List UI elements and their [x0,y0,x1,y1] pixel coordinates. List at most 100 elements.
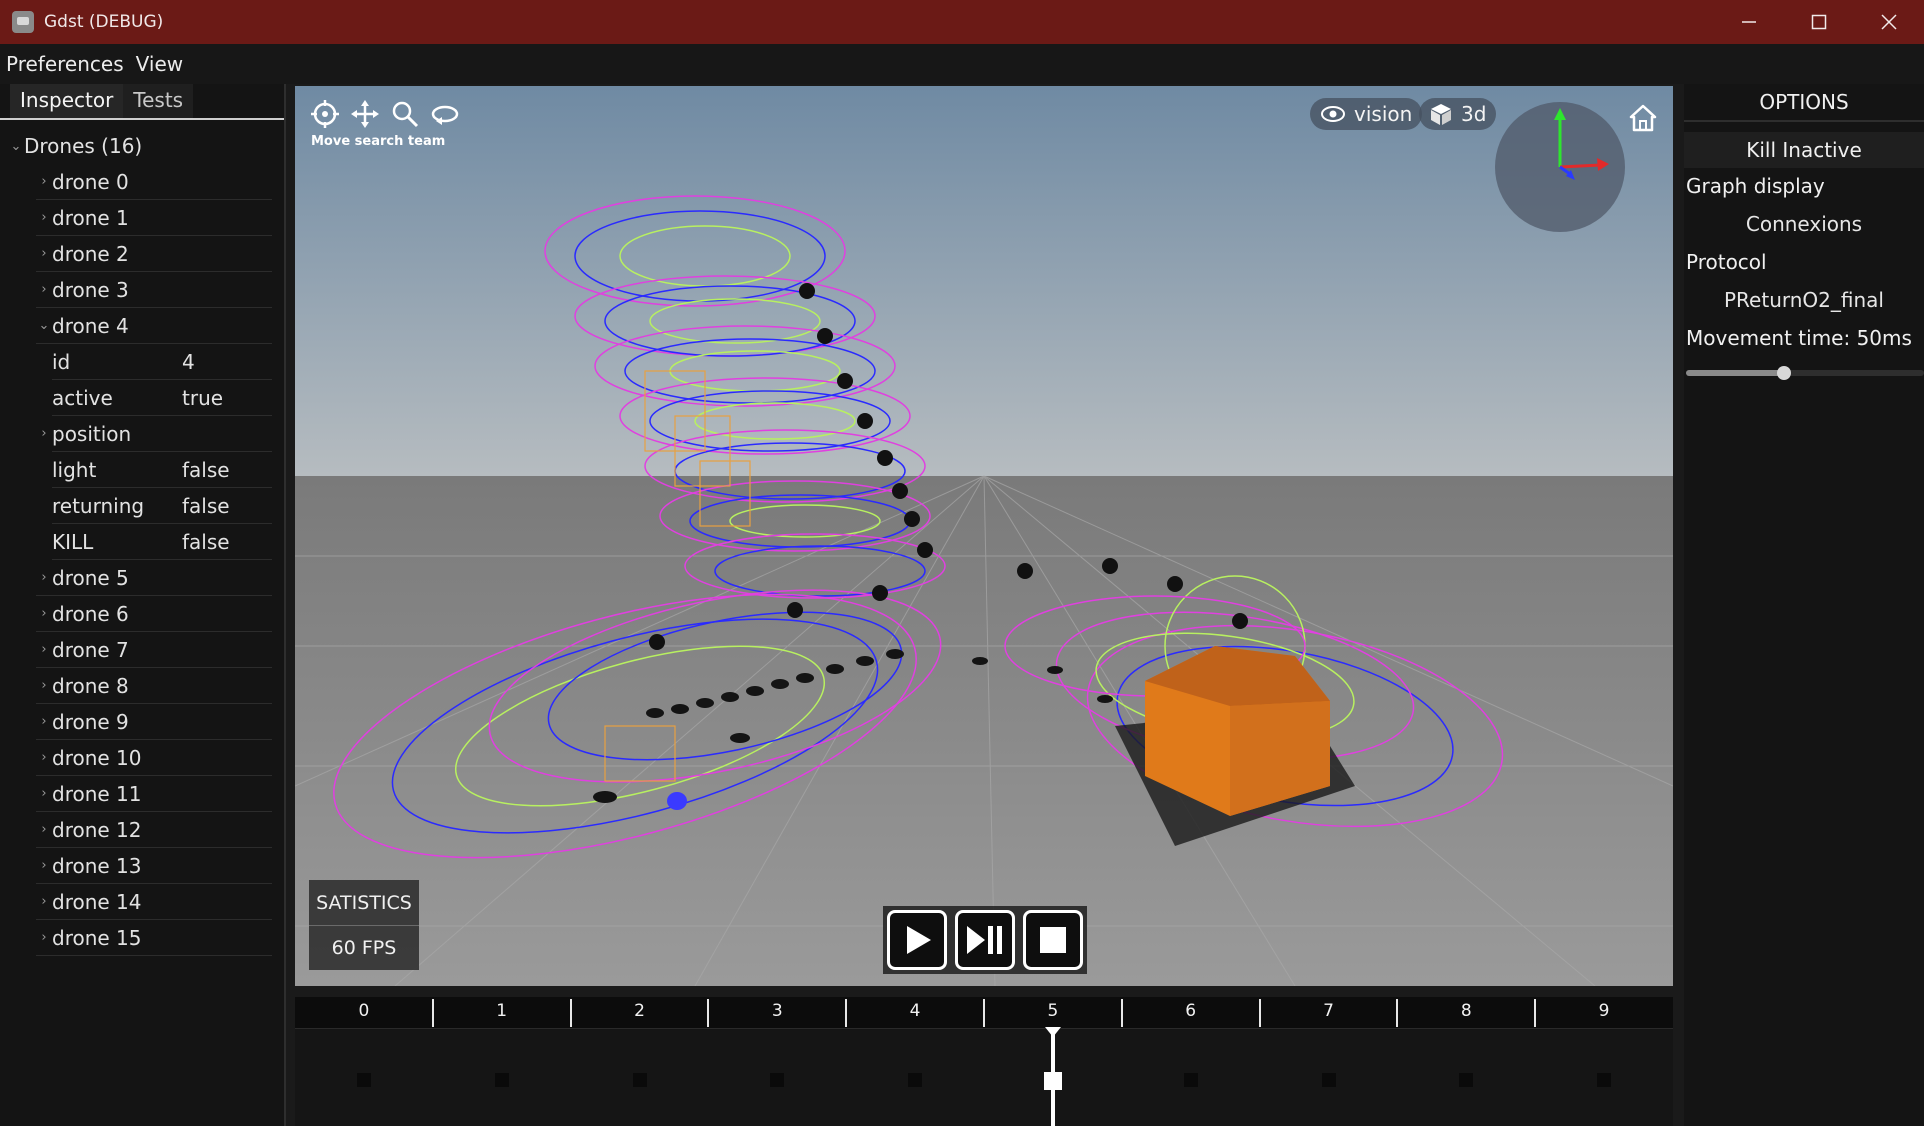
sky [295,86,1673,476]
search-tool-button[interactable] [389,98,421,130]
tree-item-drone[interactable]: › drone 12 [36,812,272,848]
play-button[interactable] [887,910,947,970]
timeline-keyframe[interactable] [1597,1073,1612,1087]
chevron-right-icon: › [41,786,47,801]
tree-root-label: Drones (16) [24,134,143,158]
search-icon [392,101,419,128]
menu-view[interactable]: View [130,52,189,76]
movement-time-slider[interactable] [1686,360,1924,384]
timeline-ruler[interactable]: 0 1 2 3 4 5 6 7 8 9 [295,997,1673,1029]
tree-item-drone[interactable]: › drone 11 [36,776,272,812]
property-row[interactable]: › position [41,416,272,452]
viewport-toolbar [309,98,461,130]
chevron-right-icon: › [41,570,47,585]
stop-button[interactable] [1023,910,1083,970]
tree-item-label: drone 7 [52,637,129,662]
3d-viewport[interactable]: Move search team vision 3d SATISTICS 60 … [295,86,1673,986]
home-view-button[interactable] [1625,100,1661,136]
tree-item-drone[interactable]: › drone 6 [36,596,272,632]
tree-item-drone[interactable]: ⌄ drone 4 [36,308,272,344]
timeline-keyframe[interactable] [632,1073,647,1087]
tab-tests[interactable]: Tests [123,84,194,118]
kill-inactive-button[interactable]: Kill Inactive [1684,132,1924,168]
tree-item-drone[interactable]: › drone 8 [36,668,272,704]
menu-bar: Preferences View [0,44,1924,84]
minimize-button[interactable] [1714,0,1784,44]
statistics-title: SATISTICS [309,880,419,926]
timeline-keyframe[interactable] [770,1073,785,1087]
options-panel: OPTIONS Kill Inactive Graph display Conn… [1684,84,1924,1126]
close-button[interactable] [1854,0,1924,44]
tree-item-drone[interactable]: › drone 0 [36,164,272,200]
property-key: position [52,421,132,446]
timeline-keyframe[interactable] [1183,1073,1198,1087]
timeline-keyframe[interactable] [494,1073,509,1087]
slider-knob[interactable] [1776,366,1791,380]
tree-item-label: drone 6 [52,601,129,626]
tab-inspector[interactable]: Inspector [10,84,124,118]
move-tool-button[interactable] [349,98,381,130]
tree-item-drone[interactable]: › drone 13 [36,848,272,884]
tree-root[interactable]: ⌄ Drones (16) [0,128,284,164]
timeline-tick-label: 2 [634,1001,645,1021]
property-value: true [182,385,224,410]
scene-render[interactable] [295,86,1673,986]
orbit-tool-button[interactable] [429,98,461,130]
3d-mode-toggle[interactable]: 3d [1419,98,1497,130]
property-key: returning [52,493,145,518]
app-icon [12,11,34,33]
maximize-button[interactable] [1784,0,1854,44]
timeline-tick-separator [845,999,848,1027]
timeline-keyframe[interactable] [1459,1073,1474,1087]
property-key: active [52,385,113,410]
chevron-right-icon: › [41,642,47,657]
tree-item-label: drone 1 [52,205,129,230]
tree-item-label: drone 13 [52,853,142,878]
timeline-tick-separator [569,999,572,1027]
timeline-keyframe[interactable] [356,1073,371,1087]
inspector-panel: Inspector Tests ⌄ Drones (16) › drone 0 › d… [0,84,286,1126]
tree-item-drone[interactable]: › drone 14 [36,884,272,920]
tree-item-drone[interactable]: › drone 10 [36,740,272,776]
orientation-gizmo[interactable] [1495,102,1625,232]
tree-item-drone[interactable]: › drone 9 [36,704,272,740]
property-value: false [182,529,230,554]
property-row[interactable]: id 4 [52,344,272,380]
chevron-right-icon: › [41,174,47,189]
tree-item-label: drone 10 [52,745,142,770]
tree-item-label: drone 9 [52,709,129,734]
vision-label: vision [1354,102,1413,126]
step-button[interactable] [955,910,1015,970]
timeline-tick-separator [1120,999,1123,1027]
timeline[interactable]: 0 1 2 3 4 5 6 7 8 9 [295,997,1673,1126]
timeline-cursor-head[interactable] [1044,1027,1061,1037]
vision-toggle[interactable]: vision [1310,98,1423,130]
graph-display-select[interactable]: Connexions [1684,204,1924,244]
tree-item-drone[interactable]: › drone 5 [36,560,272,596]
property-row[interactable]: active true [52,380,272,416]
timeline-keyframe[interactable] [1321,1073,1336,1087]
menu-preferences[interactable]: Preferences [0,52,130,76]
timeline-keyframe[interactable] [908,1073,923,1087]
timeline-current-keyframe[interactable] [1043,1072,1062,1090]
crosshair-tool-button[interactable] [309,98,341,130]
property-row[interactable]: KILL false [52,524,272,560]
tree-item-drone[interactable]: › drone 1 [36,200,272,236]
tree-item-drone[interactable]: › drone 3 [36,272,272,308]
chevron-right-icon: › [41,930,47,945]
chevron-down-icon: ⌄ [10,138,22,154]
property-row[interactable]: returning false [52,488,272,524]
property-key: id [52,349,71,374]
tree-item-drone[interactable]: › drone 2 [36,236,272,272]
window-controls [1714,0,1924,44]
tree-item-drone[interactable]: › drone 7 [36,632,272,668]
tree-item-drone[interactable]: › drone 15 [36,920,272,956]
chevron-right-icon: › [41,858,47,873]
property-key: KILL [52,529,94,554]
property-row[interactable]: light false [52,452,272,488]
timeline-tick-label: 8 [1460,1001,1472,1021]
chevron-right-icon: › [41,822,47,837]
eye-icon [1321,106,1345,122]
selected-marker [667,792,687,810]
protocol-select[interactable]: PReturnO2_final [1684,280,1924,320]
